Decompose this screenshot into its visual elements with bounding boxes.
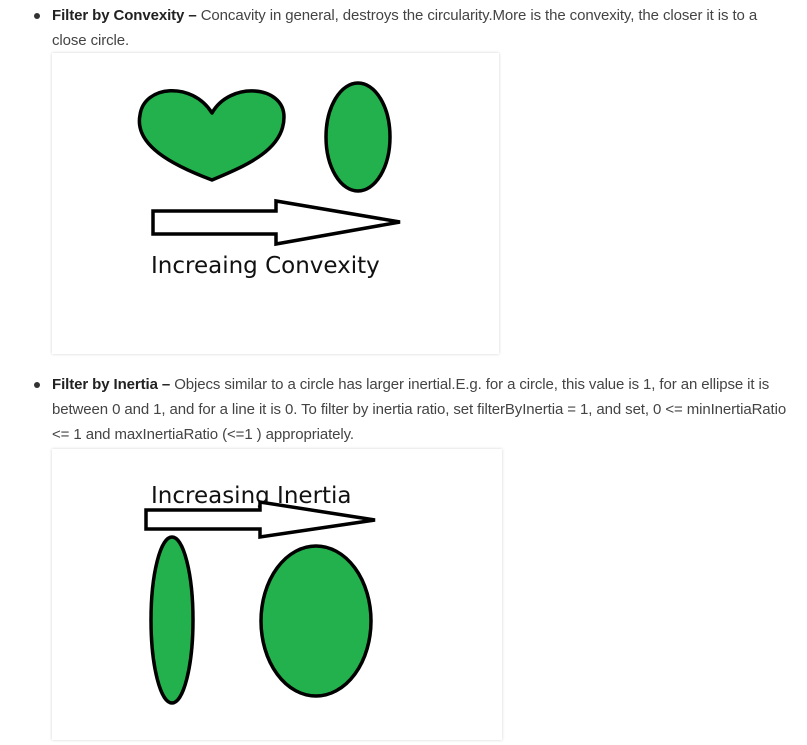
term-dash: – <box>184 7 201 24</box>
bullet-dot <box>34 382 40 388</box>
figure-inertia: Increasing Inertia <box>52 449 502 740</box>
term-inertia: Filter by Inertia <box>52 376 158 393</box>
inertia-illustration: Increasing Inertia <box>144 483 376 705</box>
figure-convexity: Increaing Convexity <box>52 53 499 354</box>
ellipse-shape <box>324 81 392 193</box>
bullet-convexity: Filter by Convexity – Concavity in gener… <box>34 3 787 53</box>
arrow-right-icon <box>151 198 401 247</box>
caption-inertia: Increasing Inertia <box>151 483 352 509</box>
term-convexity: Filter by Convexity <box>52 7 185 24</box>
term-dash: – <box>157 376 175 393</box>
narrow-ellipse-shape <box>149 535 195 705</box>
wide-ellipse-shape <box>259 544 373 698</box>
heart-shape <box>137 88 286 182</box>
bullet-dot <box>34 13 40 19</box>
bullet-inertia: Filter by Inertia – Objecs similar to a … <box>34 372 787 447</box>
caption-convexity: Increaing Convexity <box>151 253 380 279</box>
convexity-illustration: Increaing Convexity <box>137 81 401 279</box>
